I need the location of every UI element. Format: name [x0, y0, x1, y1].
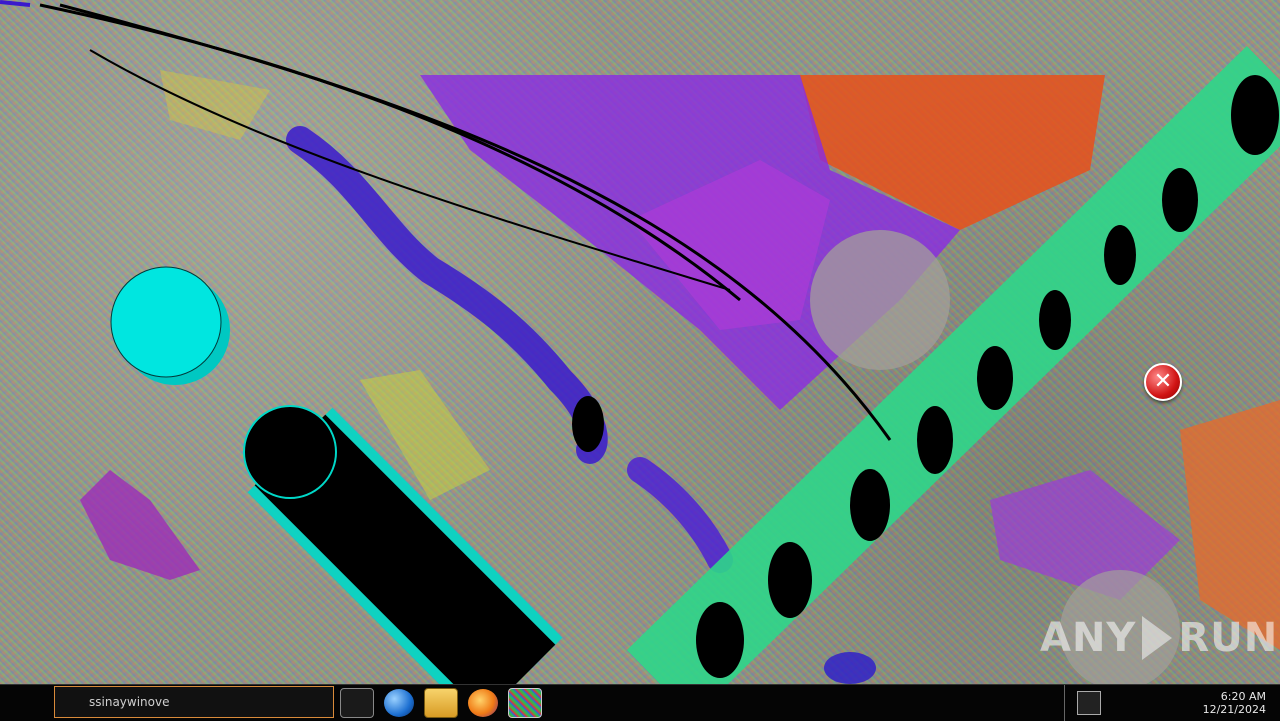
quick-launch-bar: [340, 685, 542, 721]
system-tray: 6:20 AM 12/21/2024: [1064, 685, 1280, 721]
taskbar: ssinaywinove 6:20 AM 12/21/2024: [0, 684, 1280, 721]
firefox-icon[interactable]: [468, 689, 498, 717]
magenta-blob-left: [80, 470, 200, 580]
grey-disc: [810, 230, 950, 370]
blue-trail-lower: [627, 457, 733, 573]
glitch-artwork: [0, 0, 1280, 684]
hole: [572, 396, 604, 452]
watermark-right-text: RUN: [1178, 615, 1279, 661]
orange-region-right: [1180, 400, 1280, 650]
app-icon[interactable]: [508, 688, 542, 718]
network-icon[interactable]: [1077, 691, 1101, 715]
purple-line: [0, 0, 31, 7]
taskbar-window-button[interactable]: ssinaywinove: [54, 686, 334, 718]
clock-date: 12/21/2024: [1202, 703, 1266, 716]
clock-time: 6:20 AM: [1220, 690, 1266, 703]
clock[interactable]: 6:20 AM 12/21/2024: [1203, 690, 1266, 716]
watermark-left-text: ANY: [1040, 615, 1137, 661]
show-desktop-icon[interactable]: [340, 688, 374, 718]
taskbar-window-title: ssinaywinove: [89, 695, 170, 709]
internet-explorer-icon[interactable]: [384, 689, 414, 717]
blue-blob: [824, 652, 876, 684]
black-tube-left: [243, 405, 563, 684]
file-explorer-icon[interactable]: [424, 688, 458, 718]
play-icon: [1142, 616, 1173, 660]
desktop-glitched: ✕ ANY RUN: [0, 0, 1280, 684]
anyrun-watermark: ANY RUN: [1040, 615, 1278, 661]
cyan-ball: [110, 266, 222, 378]
error-x-icon[interactable]: ✕: [1144, 363, 1182, 401]
